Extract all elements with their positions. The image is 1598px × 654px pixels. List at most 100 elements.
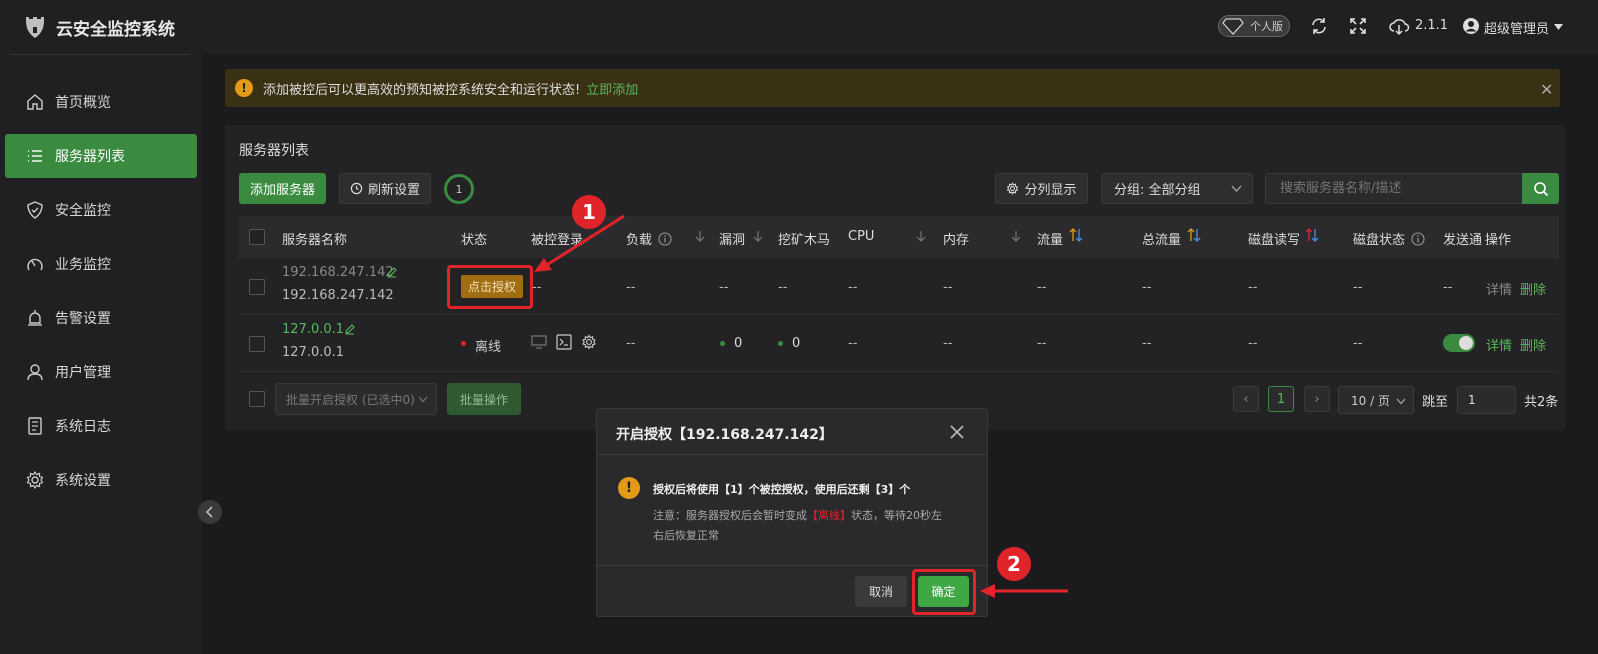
terminal-icon[interactable] bbox=[556, 334, 572, 350]
header-cpu: CPU bbox=[848, 229, 875, 244]
sync-icon[interactable] bbox=[1309, 16, 1329, 36]
sort-down-icon[interactable] bbox=[916, 230, 926, 242]
batch-select[interactable]: 批量开启授权 (已选中0) bbox=[275, 383, 437, 415]
delete-link[interactable]: 删除 bbox=[1520, 335, 1546, 354]
sidebar-item-home[interactable]: 首页概览 bbox=[5, 80, 197, 124]
search-input[interactable] bbox=[1265, 173, 1522, 204]
header-status: 状态 bbox=[461, 233, 488, 248]
sidebar-item-label: 用户管理 bbox=[55, 365, 111, 381]
diamond-icon bbox=[1222, 18, 1244, 35]
header-total-traffic: 总流量 bbox=[1142, 233, 1182, 248]
castle-icon bbox=[26, 17, 44, 38]
sidebar-item-label: 系统日志 bbox=[55, 419, 111, 435]
page-title: 服务器列表 bbox=[239, 143, 309, 159]
info-icon bbox=[658, 231, 672, 246]
cell-disk-io: -- bbox=[1248, 336, 1258, 351]
search-button[interactable] bbox=[1522, 173, 1559, 204]
dialog-note: 注意：服务器授权后会暂时变成【离线】状态，等待20秒左 右后恢复正常 bbox=[653, 506, 973, 546]
edition-label: 个人版 bbox=[1250, 20, 1283, 33]
cell-cpu: -- bbox=[848, 336, 858, 351]
column-display-button[interactable]: 分列显示 bbox=[995, 173, 1088, 204]
user-avatar-icon bbox=[1463, 18, 1479, 34]
page-size-select[interactable]: 10 / 页 bbox=[1338, 386, 1414, 414]
row-checkbox[interactable] bbox=[249, 279, 265, 295]
batch-select-value: 批量开启授权 (已选中0) bbox=[286, 392, 415, 407]
sidebar-item-alarm[interactable]: 告警设置 bbox=[5, 296, 197, 340]
delete-link[interactable]: 删除 bbox=[1520, 279, 1546, 298]
chevron-down-icon bbox=[1231, 185, 1242, 192]
footer-checkbox[interactable] bbox=[249, 391, 265, 407]
cell-traffic: -- bbox=[1037, 336, 1047, 351]
server-name[interactable]: 127.0.0.1 bbox=[282, 322, 344, 337]
header-load[interactable]: 负载 bbox=[626, 229, 672, 248]
edition-badge[interactable]: 个人版 bbox=[1218, 15, 1290, 37]
server-name[interactable]: 192.168.247.142 bbox=[282, 265, 394, 280]
select-all-checkbox[interactable] bbox=[249, 229, 265, 245]
sort-down-icon[interactable] bbox=[1011, 230, 1021, 242]
gear-icon[interactable] bbox=[581, 334, 597, 350]
sidebar-item-users[interactable]: 用户管理 bbox=[5, 350, 197, 394]
cell-total-traffic: -- bbox=[1142, 336, 1152, 351]
page-size-value: 10 / 页 bbox=[1351, 393, 1390, 408]
list-icon bbox=[28, 150, 42, 162]
cancel-button[interactable]: 取消 bbox=[855, 576, 907, 607]
sidebar-item-business[interactable]: 业务监控 bbox=[5, 242, 197, 286]
sidebar-collapse-button[interactable] bbox=[198, 500, 222, 524]
user-name[interactable]: 超级管理员 bbox=[1484, 18, 1549, 37]
sidebar-item-label: 安全监控 bbox=[55, 203, 111, 219]
fullscreen-icon[interactable] bbox=[1348, 16, 1368, 36]
sort-down-icon[interactable] bbox=[695, 230, 705, 242]
next-page-button[interactable]: › bbox=[1304, 386, 1330, 412]
sidebar-item-settings[interactable]: 系统设置 bbox=[5, 458, 197, 502]
caret-down-icon[interactable] bbox=[1554, 24, 1563, 30]
column-display-label: 分列显示 bbox=[1024, 183, 1077, 198]
prev-page-button[interactable]: ‹ bbox=[1233, 386, 1259, 412]
alert-banner: ! 添加被控后可以更高效的预知被控系统安全和运行状态! 立即添加 bbox=[225, 69, 1560, 107]
header-vuln: 漏洞 bbox=[719, 233, 746, 248]
send-toggle[interactable] bbox=[1443, 334, 1475, 352]
cell-disk-status: -- bbox=[1353, 336, 1363, 351]
alert-add-link[interactable]: 立即添加 bbox=[586, 83, 638, 98]
chevron-left-icon bbox=[205, 506, 213, 518]
detail-link[interactable]: 详情 bbox=[1486, 335, 1512, 354]
page-number[interactable]: 1 bbox=[1268, 386, 1294, 412]
timer-icon bbox=[350, 182, 363, 195]
refresh-settings-button[interactable]: 刷新设置 bbox=[339, 173, 431, 204]
warning-icon: ! bbox=[618, 477, 640, 499]
header-ops: 操作 bbox=[1485, 233, 1512, 248]
monitor-icon[interactable] bbox=[531, 335, 547, 349]
note-suffix-1: 状态，等待20秒左 bbox=[851, 509, 942, 522]
sort-updown-icon[interactable] bbox=[1068, 227, 1084, 243]
sort-down-icon[interactable] bbox=[753, 230, 763, 242]
edit-icon[interactable] bbox=[344, 323, 356, 335]
refresh-countdown: 1 bbox=[444, 174, 474, 204]
refresh-label: 刷新设置 bbox=[367, 183, 420, 198]
add-server-button[interactable]: 添加服务器 bbox=[239, 173, 326, 204]
sidebar-item-logs[interactable]: 系统日志 bbox=[5, 404, 197, 448]
note-suffix-2: 右后恢复正常 bbox=[653, 529, 719, 542]
chevron-down-icon bbox=[1396, 398, 1406, 405]
app-logo: 云安全监控系统 bbox=[24, 12, 175, 42]
cell-send: -- bbox=[1443, 280, 1453, 295]
note-offline: 【离线】 bbox=[807, 509, 851, 522]
detail-link[interactable]: 详情 bbox=[1486, 279, 1512, 298]
sidebar-item-server-list[interactable]: 服务器列表 bbox=[5, 134, 197, 178]
batch-operation-button[interactable]: 批量操作 bbox=[447, 383, 521, 415]
sort-updown-icon[interactable] bbox=[1186, 227, 1202, 243]
status-dot bbox=[778, 341, 783, 346]
sidebar-item-label: 首页概览 bbox=[55, 95, 111, 111]
group-select[interactable]: 分组: 全部分组 bbox=[1101, 173, 1253, 204]
goto-input[interactable]: 1 bbox=[1457, 386, 1516, 414]
row-checkbox[interactable] bbox=[249, 336, 265, 352]
sort-updown-icon[interactable] bbox=[1304, 227, 1320, 243]
header-disk-status-label: 磁盘状态 bbox=[1353, 233, 1406, 248]
sidebar-item-security[interactable]: 安全监控 bbox=[5, 188, 197, 232]
cloud-download-icon[interactable] bbox=[1388, 16, 1410, 36]
close-icon[interactable]: ✕ bbox=[1540, 80, 1553, 99]
status-offline: 离线 bbox=[475, 340, 502, 355]
header-disk-status[interactable]: 磁盘状态 bbox=[1353, 229, 1425, 248]
cell-load: -- bbox=[626, 336, 636, 351]
status-dot bbox=[720, 341, 725, 346]
edit-icon[interactable] bbox=[386, 266, 398, 278]
close-icon[interactable] bbox=[950, 425, 964, 439]
